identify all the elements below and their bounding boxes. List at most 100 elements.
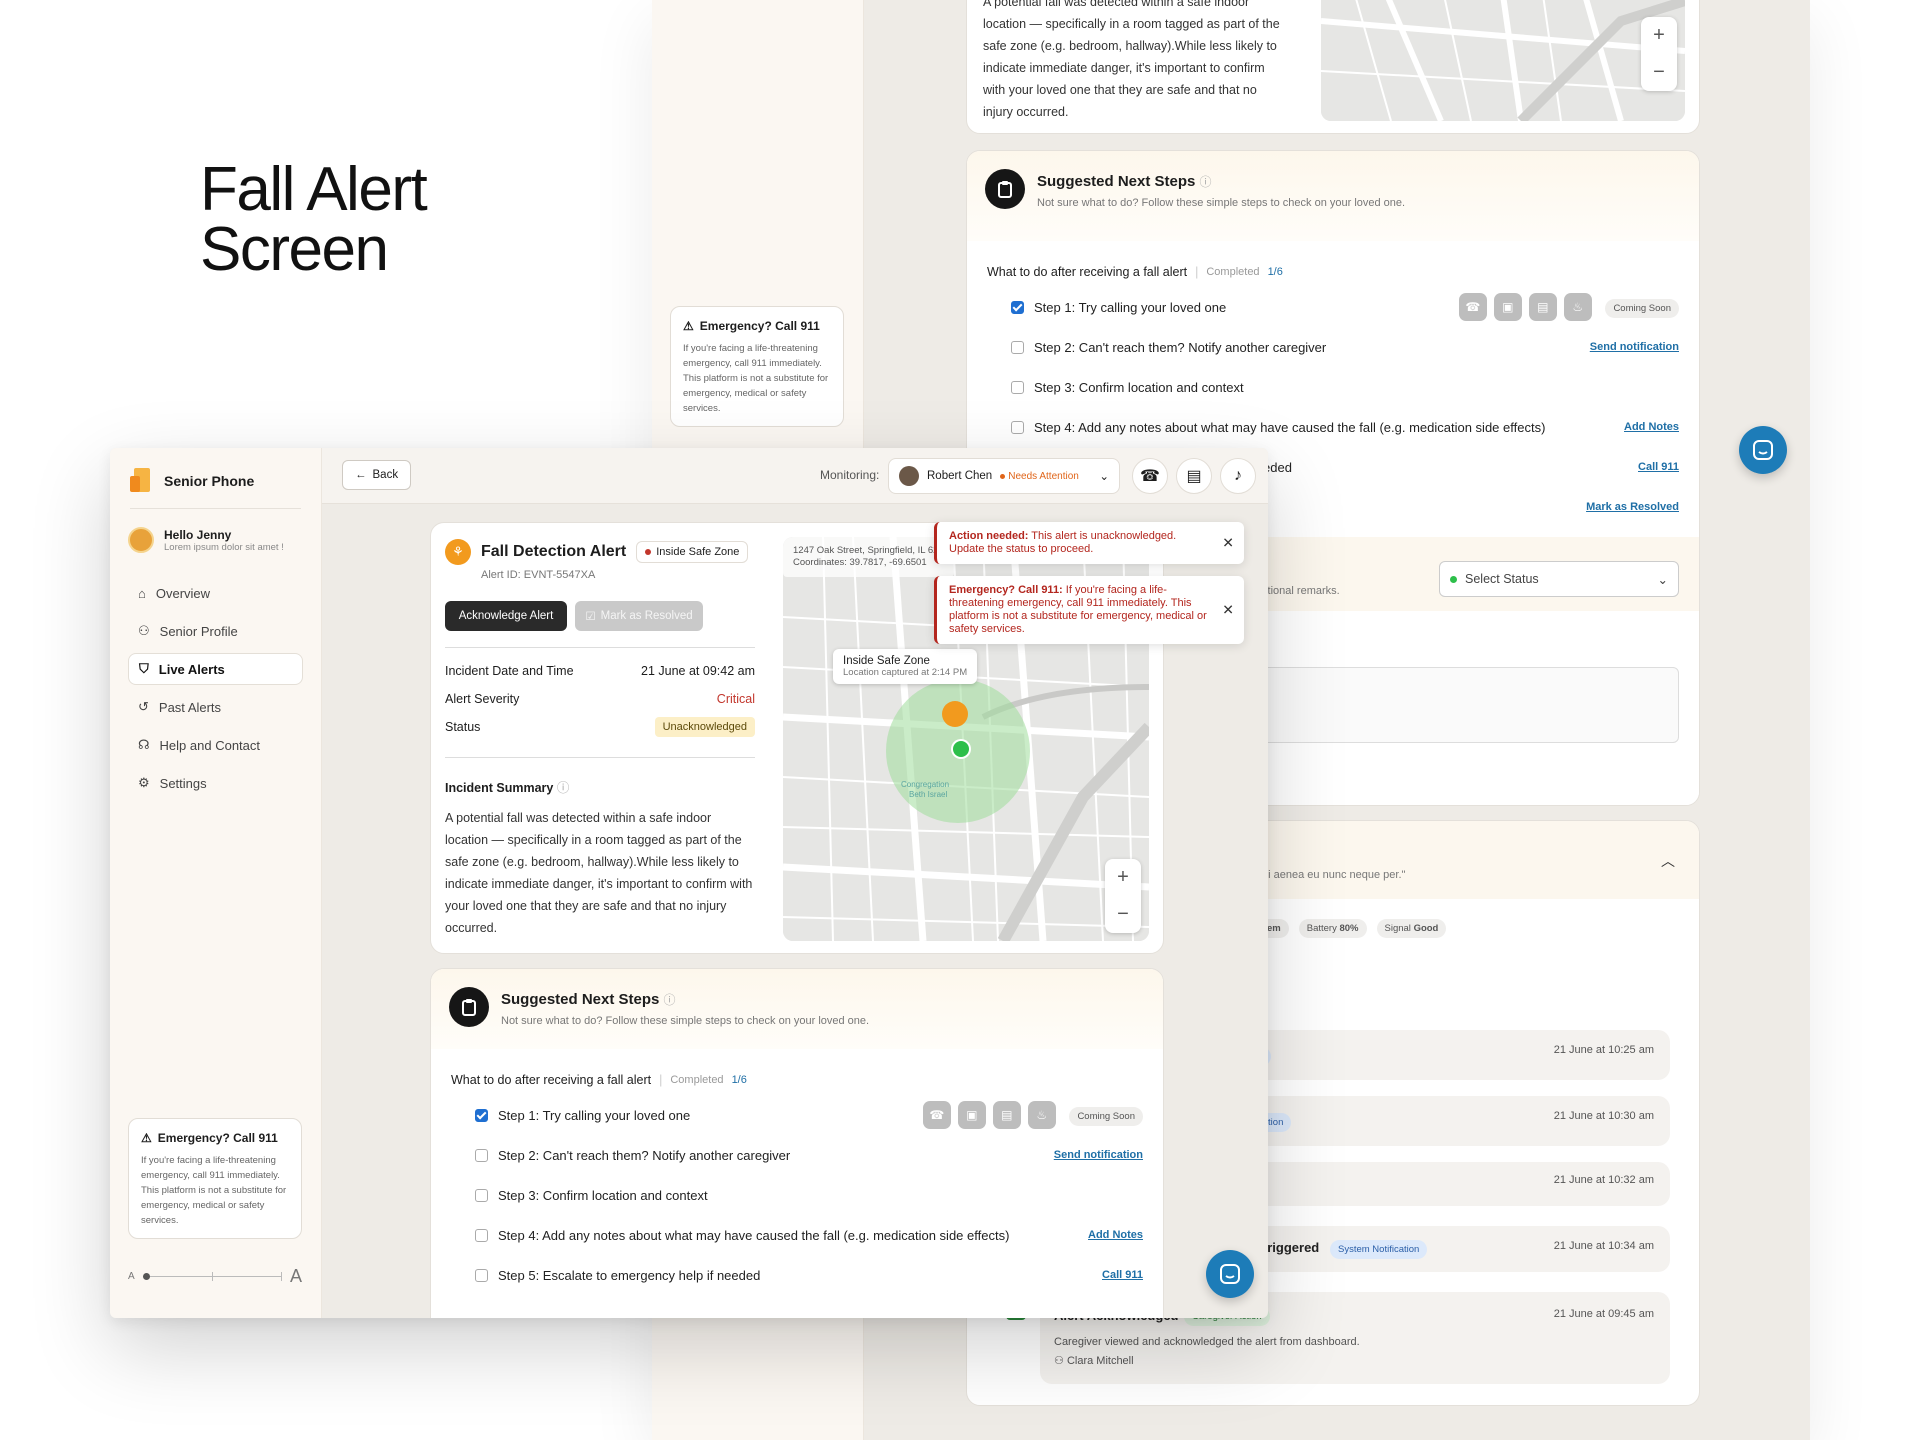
step-4-checkbox[interactable] — [1011, 420, 1024, 434]
zoom-out-button[interactable]: − — [1653, 61, 1665, 84]
timeline-item-5-time: 21 June at 09:45 am — [1553, 1308, 1654, 1320]
incident-summary-text: A potential fall was detected within a s… — [983, 0, 1280, 119]
step-1-checkbox[interactable] — [1011, 300, 1024, 314]
next-steps-header: Suggested Next Steps ⓘ Not sure what to … — [431, 969, 1163, 1049]
step-3-checkbox[interactable] — [1011, 380, 1024, 394]
close-icon[interactable]: ✕ — [1222, 603, 1234, 617]
mark-resolved-link[interactable]: Mark as Resolved — [1586, 501, 1679, 513]
add-notes-link[interactable]: Add Notes — [1624, 421, 1679, 433]
sidebar-item-overview[interactable]: ⌂ Overview — [128, 577, 303, 609]
timeline-item-4-time: 21 June at 10:34 am — [1553, 1240, 1654, 1252]
step-3-row[interactable]: Step 3: Confirm location and context — [1011, 367, 1679, 407]
step-4-checkbox[interactable] — [475, 1228, 488, 1242]
phone-icon[interactable]: ☎ — [1458, 293, 1487, 321]
step-1-row[interactable]: Step 1: Try calling your loved one ☎ ▣ ▤ ♨ … — [475, 1095, 1143, 1135]
map-view[interactable]: + − — [1321, 0, 1685, 121]
greeting: Hello Jenny — [164, 527, 232, 542]
history-icon: ↺ — [138, 699, 149, 714]
steps-heading-row: What to do after receiving a fall alert … — [987, 257, 1679, 287]
step-1-checkbox[interactable] — [475, 1108, 488, 1122]
add-notes-link[interactable]: Add Notes — [1088, 1229, 1143, 1241]
send-notification-link[interactable]: Send notification — [1054, 1149, 1143, 1161]
call-911-link[interactable]: Call 911 — [1102, 1269, 1143, 1281]
video-icon[interactable]: ▣ — [957, 1101, 986, 1129]
next-steps-title-text: Suggested Next Steps — [501, 991, 660, 1008]
step-3-row[interactable]: Step 3: Confirm location and context — [475, 1175, 1143, 1215]
remarks-textarea[interactable] — [1259, 667, 1679, 743]
arrow-left-icon: ← — [355, 469, 367, 481]
back-button[interactable]: ← Back — [342, 460, 412, 490]
zoom-in-button[interactable]: + — [1117, 866, 1129, 889]
chevron-down-icon: ⌄ — [1657, 572, 1668, 587]
detail-label: Alert Severity — [445, 692, 520, 706]
status-select[interactable]: Select Status ⌄ — [1439, 561, 1679, 597]
sidebar-item-live-alerts[interactable]: ⛉ Live Alerts — [128, 653, 303, 685]
map-zoom-control: + − — [1641, 17, 1677, 91]
bell-icon[interactable]: ♪ — [1220, 458, 1256, 494]
font-small-label: A — [128, 1271, 135, 1282]
font-size-slider[interactable]: A A — [128, 1266, 302, 1287]
zoom-in-button[interactable]: + — [1653, 24, 1665, 47]
zone-tooltip: Inside Safe Zone Location captured at 2:… — [833, 649, 978, 684]
message-icon[interactable]: ▤ — [1176, 458, 1212, 494]
signal-value: Good — [1413, 923, 1439, 934]
step-2-checkbox[interactable] — [475, 1148, 488, 1162]
completed-value: 1/6 — [1267, 266, 1283, 278]
severity-value: Critical — [716, 692, 755, 706]
step-3-label: Step 3: Confirm location and context — [1034, 379, 1244, 395]
close-icon[interactable]: ✕ — [1222, 536, 1234, 550]
needs-attention-badge: Needs Attention — [1000, 471, 1079, 482]
step-2-checkbox[interactable] — [1011, 340, 1024, 354]
avatar[interactable] — [128, 527, 154, 553]
step-2-row[interactable]: Step 2: Can't reach them? Notify another… — [1011, 327, 1679, 367]
monitored-person-select[interactable]: Robert Chen Needs Attention ⌄ — [888, 458, 1120, 494]
slider-track[interactable] — [142, 1272, 282, 1281]
send-notification-link[interactable]: Send notification — [1590, 341, 1679, 353]
step-3-checkbox[interactable] — [475, 1188, 488, 1202]
phone-icon[interactable]: ☎ — [1132, 458, 1168, 494]
step-5-checkbox[interactable] — [475, 1268, 488, 1282]
mark-resolved-button[interactable]: ☑ Mark as Resolved — [575, 601, 703, 631]
slider-thumb[interactable] — [142, 1273, 150, 1280]
alert-title-row: ⚘ Fall Detection Alert Inside Safe Zone — [445, 539, 749, 565]
alarm-icon[interactable]: ♨ — [1027, 1101, 1056, 1129]
message-icon[interactable]: ▤ — [992, 1101, 1021, 1129]
sidebar-item-past-alerts[interactable]: ↺ Past Alerts — [128, 691, 303, 723]
steps-heading: What to do after receiving a fall alert — [451, 1073, 652, 1087]
chat-button[interactable] — [1206, 1250, 1254, 1298]
acknowledge-button[interactable]: Acknowledge Alert — [445, 601, 567, 631]
step-4-label: Step 4: Add any notes about what may hav… — [1034, 419, 1546, 435]
step-4-row[interactable]: Step 4: Add any notes about what may hav… — [475, 1215, 1143, 1255]
chevron-up-icon[interactable]: ︿ — [1661, 851, 1675, 871]
detail-label: Incident Date and Time — [445, 664, 574, 678]
call-911-link[interactable]: Call 911 — [1638, 461, 1679, 473]
greeting-sub: Lorem ipsum dolor sit amet ! — [164, 541, 284, 553]
emergency-card: ⚠ Emergency? Call 911 If you're facing a … — [128, 1118, 302, 1239]
sidebar-item-senior-profile[interactable]: ⚇ Senior Profile — [128, 615, 303, 647]
step-2-label: Step 2: Can't reach them? Notify another… — [498, 1147, 791, 1163]
detail-value: 21 June at 09:42 am — [641, 664, 755, 678]
next-steps-card: Suggested Next Steps ⓘ Not sure what to … — [430, 968, 1164, 1318]
sidebar-item-settings[interactable]: ⚙ Settings — [128, 767, 303, 799]
summary-title: Incident Summary ⓘ — [445, 777, 569, 796]
detail-row-status: Status Unacknowledged — [445, 713, 755, 741]
zone-badge-text: Inside Safe Zone — [656, 546, 740, 558]
message-icon[interactable]: ▤ — [1528, 293, 1557, 321]
phone-icon[interactable]: ☎ — [922, 1101, 951, 1129]
step-4-row[interactable]: Step 4: Add any notes about what may hav… — [1011, 407, 1679, 447]
step-5-row[interactable]: Step 5: Escalate to emergency help if ne… — [475, 1255, 1143, 1295]
sidebar-item-label: Help and Contact — [159, 737, 260, 753]
monitoring-label: Monitoring: — [820, 468, 880, 482]
status-badge: Unacknowledged — [654, 717, 755, 737]
sidebar-item-help[interactable]: ☊ Help and Contact — [128, 729, 303, 761]
headset-icon: ☊ — [138, 737, 150, 752]
alarm-icon[interactable]: ♨ — [1563, 293, 1592, 321]
step-2-row[interactable]: Step 2: Can't reach them? Notify another… — [475, 1135, 1143, 1175]
alert-title: Fall Detection Alert — [481, 543, 627, 560]
video-icon[interactable]: ▣ — [1493, 293, 1522, 321]
zoom-out-button[interactable]: − — [1117, 903, 1129, 926]
emergency-text: If you're facing a life-threatening emer… — [141, 1155, 287, 1226]
clipboard-icon — [449, 987, 489, 1027]
step-1-row[interactable]: Step 1: Try calling your loved one ☎ ▣ ▤ ♨ … — [1011, 287, 1679, 327]
chat-button[interactable] — [1739, 426, 1787, 474]
